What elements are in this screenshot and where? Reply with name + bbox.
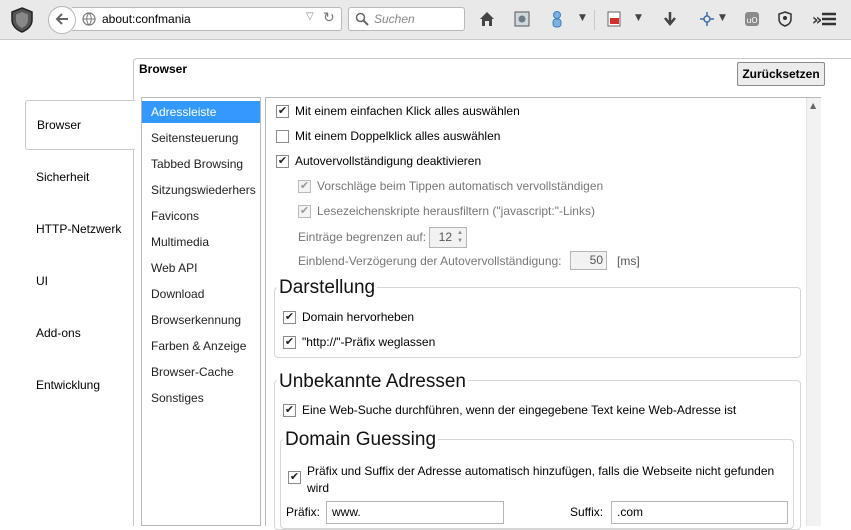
option-label: Autovervollständigung deaktivieren — [295, 154, 482, 168]
back-button[interactable] — [48, 6, 76, 34]
network-dropdown-icon[interactable]: ▼ — [719, 13, 726, 23]
checkbox[interactable]: ✔ — [283, 403, 296, 417]
subnav-item-browserkennung[interactable]: Browserkennung — [142, 309, 260, 331]
option-label: Mit einem Doppelklick alles auswählen — [295, 129, 501, 143]
group-title-unbekannte-adressen: Unbekannte Adressen — [277, 371, 468, 393]
url-text: about:confmania — [102, 12, 191, 26]
checkbox[interactable]: ✔ — [276, 154, 289, 168]
option-hide-http[interactable]: ✔ "http://"-Präfix weglassen — [283, 335, 435, 349]
delay-label: Einblend-Verzögerung der Autovervollstän… — [298, 254, 562, 268]
subnav-item-seitensteuerung[interactable]: Seitensteuerung — [142, 127, 260, 149]
prefix-label: Präfix: — [286, 505, 321, 519]
search-input[interactable]: Suchen — [348, 7, 465, 31]
option-highlight-domain[interactable]: ✔ Domain hervorheben — [283, 310, 414, 324]
left-tab-sicherheit[interactable]: Sicherheit — [25, 152, 135, 202]
reload-icon[interactable]: ↻ — [323, 10, 335, 26]
subnav-item-sonstiges[interactable]: Sonstiges — [142, 387, 260, 409]
option-double-click[interactable]: Mit einem Doppelklick alles auswählen — [276, 129, 500, 143]
left-tab-add-ons[interactable]: Add-ons — [25, 308, 135, 358]
delay-unit: [ms] — [617, 254, 640, 268]
checkbox[interactable]: ✔ — [283, 310, 296, 324]
url-dropdown-icon[interactable]: ▽ — [306, 11, 314, 22]
left-tab-entwicklung[interactable]: Entwicklung — [25, 360, 135, 410]
option-autocomplete-off[interactable]: ✔ Autovervollständigung deaktivieren — [276, 154, 481, 168]
option-label-line1: Präfix und Suffix der Adresse automatisc… — [307, 464, 775, 478]
limit-stepper[interactable]: 12 ▲ ▼ — [429, 227, 467, 248]
ublock-icon[interactable]: uO — [741, 8, 763, 30]
menu-icon[interactable] — [818, 8, 840, 30]
user-icon[interactable] — [546, 8, 568, 30]
vertical-scrollbar[interactable]: ▲ — [806, 98, 821, 526]
url-bar[interactable]: about:confmania ▽ ↻ — [72, 7, 342, 31]
search-icon — [355, 12, 369, 26]
subnav-item-sitzungswiederherstellung[interactable]: Sitzungswiederhers — [142, 179, 260, 201]
subnav-item-tabbed-browsing[interactable]: Tabbed Browsing — [142, 153, 260, 175]
navigation-toolbar: about:confmania ▽ ↻ Suchen ▼ ▼ ▼ uO » — [0, 0, 851, 40]
subnav-item-browser-cache[interactable]: Browser-Cache — [142, 361, 260, 383]
group-title-domain-guessing: Domain Guessing — [283, 429, 439, 451]
search-placeholder: Suchen — [374, 12, 415, 26]
panel-title: Browser — [139, 62, 188, 76]
home-icon[interactable] — [476, 8, 498, 30]
option-label: Domain hervorheben — [302, 310, 415, 324]
option-auto-fix[interactable]: ✔ Präfix und Suffix der Adresse automati… — [288, 463, 774, 497]
sub-navigation: Adressleiste Seitensteuerung Tabbed Brow… — [141, 97, 261, 526]
limit-value: 12 — [438, 230, 452, 244]
checkbox[interactable]: ✔ — [298, 179, 311, 193]
scroll-up-icon[interactable]: ▲ — [810, 101, 816, 110]
toolbar-separator — [594, 10, 595, 30]
subnav-item-farben-anzeige[interactable]: Farben & Anzeige — [142, 335, 260, 357]
download-icon[interactable] — [659, 8, 681, 30]
network-icon[interactable] — [696, 8, 718, 30]
pdf-icon[interactable] — [603, 8, 625, 30]
checkbox[interactable]: ✔ — [298, 204, 311, 218]
subnav-item-multimedia[interactable]: Multimedia — [142, 231, 260, 253]
subnav-item-web-api[interactable]: Web API — [142, 257, 260, 279]
suffix-input[interactable]: .com — [611, 501, 788, 524]
checkbox[interactable] — [276, 129, 289, 143]
option-label: Vorschläge beim Tippen automatisch vervo… — [317, 179, 604, 193]
shield-icon[interactable] — [8, 6, 36, 34]
option-web-search[interactable]: ✔ Eine Web-Suche durchführen, wenn der e… — [283, 403, 736, 417]
stepper-arrows-icon[interactable]: ▲ ▼ — [455, 229, 465, 246]
back-arrow-icon — [54, 11, 70, 30]
option-label: Präfix und Suffix der Adresse automatisc… — [307, 463, 774, 497]
option-label: Eine Web-Suche durchführen, wenn der ein… — [302, 403, 737, 417]
option-single-click[interactable]: ✔ Mit einem einfachen Klick alles auswäh… — [276, 104, 520, 118]
globe-icon — [82, 12, 96, 26]
option-label: "http://"-Präfix weglassen — [302, 335, 436, 349]
checkbox[interactable]: ✔ — [288, 471, 301, 484]
checkbox[interactable]: ✔ — [276, 104, 289, 118]
prefix-input[interactable]: www. — [326, 501, 504, 524]
subnav-item-favicons[interactable]: Favicons — [142, 205, 260, 227]
option-filter-bookmarklets[interactable]: ✔ Lesezeichenskripte herausfiltern ("jav… — [298, 204, 595, 218]
left-tab-browser[interactable]: Browser — [25, 100, 135, 150]
privacy-icon-spacer — [778, 8, 800, 30]
svg-text:uO: uO — [746, 16, 757, 25]
user-dropdown-icon[interactable]: ▼ — [579, 13, 586, 23]
subnav-item-download[interactable]: Download — [142, 283, 260, 305]
delay-input[interactable]: 50 — [570, 251, 607, 270]
suffix-label: Suffix: — [570, 505, 604, 519]
checkbox[interactable]: ✔ — [283, 335, 296, 349]
screenshot-icon[interactable] — [511, 8, 533, 30]
reset-button[interactable]: Zurücksetzen — [737, 62, 825, 86]
subnav-item-adressleiste[interactable]: Adressleiste — [142, 101, 260, 123]
pdf-dropdown-icon[interactable]: ▼ — [635, 13, 642, 23]
option-label-line2: wird — [307, 481, 330, 495]
option-label: Lesezeichenskripte herausfiltern ("javas… — [317, 204, 595, 218]
option-label: Mit einem einfachen Klick alles auswähle… — [295, 104, 520, 118]
left-tab-ui[interactable]: UI — [25, 256, 135, 306]
limit-label: Einträge begrenzen auf: — [298, 230, 427, 244]
left-tab-http-netzwerk[interactable]: HTTP-Netzwerk — [25, 204, 135, 254]
option-suggest-typing[interactable]: ✔ Vorschläge beim Tippen automatisch ver… — [298, 179, 603, 193]
group-title-darstellung: Darstellung — [277, 277, 378, 299]
